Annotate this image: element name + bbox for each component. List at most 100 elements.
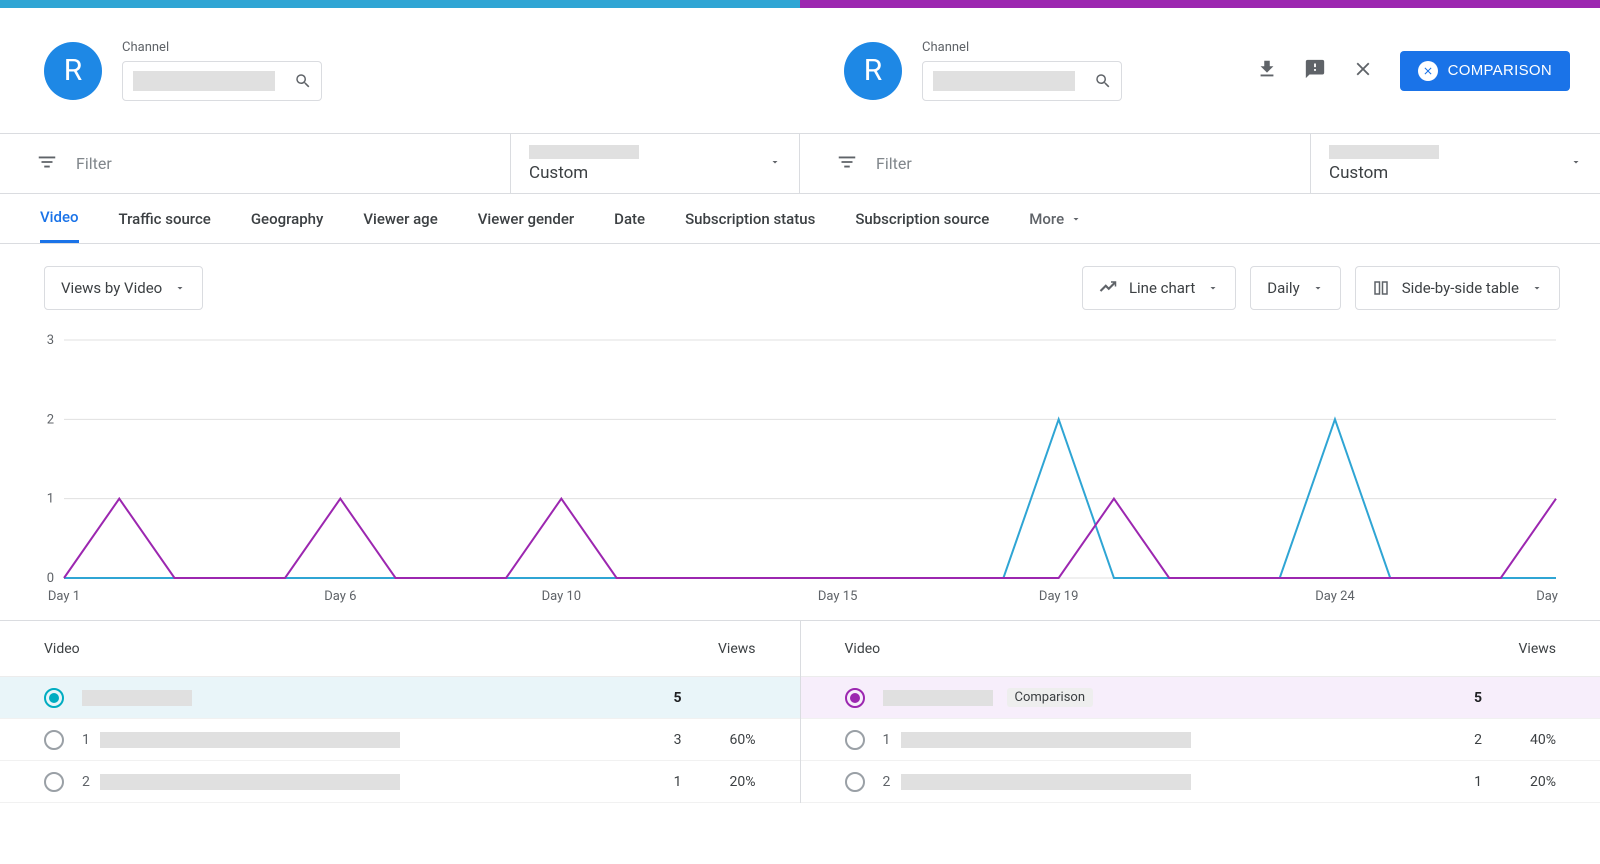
channel-name-redacted [133,71,275,91]
radio-icon[interactable] [845,772,865,792]
filter-label-right[interactable]: Filter [876,154,912,173]
svg-text:Day 28: Day 28 [1536,589,1560,604]
chart-type-label: Line chart [1129,279,1195,297]
tab-viewer-gender[interactable]: Viewer gender [478,194,574,243]
total-views-left: 5 [642,690,682,706]
svg-text:Day 6: Day 6 [324,589,356,604]
radio-icon[interactable] [44,730,64,750]
daterange-value-redacted [529,145,639,159]
tab-subscription-source[interactable]: Subscription source [855,194,989,243]
side-by-side-icon [1372,279,1390,297]
svg-text:Day 24: Day 24 [1315,589,1355,604]
svg-text:Day 15: Day 15 [818,589,858,604]
col-video[interactable]: Video [44,641,80,657]
daterange-dropdown-right[interactable]: Custom [1310,134,1600,193]
channel-name-redacted [933,71,1075,91]
radio-icon[interactable] [44,772,64,792]
row-pct: 40% [1500,732,1556,748]
row-pct: 20% [1500,774,1556,790]
video-title-redacted [100,774,400,790]
views-line-chart: 0123Day 1Day 6Day 10Day 15Day 19Day 24Da… [40,332,1560,608]
line-chart-icon [1099,279,1117,297]
radio-icon[interactable] [845,730,865,750]
chevron-down-icon [1207,282,1219,294]
filter-icon[interactable] [836,151,858,177]
tab-date[interactable]: Date [614,194,645,243]
channel-search-left[interactable] [122,61,322,101]
tab-subscription-status[interactable]: Subscription status [685,194,815,243]
channel-avatar-right[interactable]: R [844,42,902,100]
filter-label-left[interactable]: Filter [76,154,112,173]
tab-traffic-source[interactable]: Traffic source [119,194,211,243]
table-row[interactable]: 1 3 60% [0,719,800,761]
video-title-redacted [901,732,1191,748]
daterange-label-left: Custom [529,163,781,183]
chevron-down-icon [1070,213,1082,225]
daterange-value-redacted [1329,145,1439,159]
table-row-total-left[interactable]: 5 [0,677,800,719]
filter-icon[interactable] [36,151,58,177]
tab-more[interactable]: More [1029,194,1082,243]
table-left: Video Views 5 1 3 60% 2 1 20% [0,621,801,803]
filter-row: Filter Custom Filter Custom [0,134,1600,194]
row-rank: 1 [82,732,100,748]
table-mode-label: Side-by-side table [1402,279,1519,297]
daterange-dropdown-left[interactable]: Custom [510,134,800,193]
close-comparison-icon[interactable] [1418,61,1438,81]
svg-text:Day 10: Day 10 [542,589,582,604]
table-mode-dropdown[interactable]: Side-by-side table [1355,266,1560,310]
row-rank: 2 [82,774,100,790]
row-rank: 2 [883,774,901,790]
row-views: 3 [642,732,682,748]
channel-label-right: Channel [922,40,1122,55]
search-icon[interactable] [1085,72,1121,90]
search-icon[interactable] [285,72,321,90]
close-icon[interactable] [1352,58,1374,84]
header-row: R Channel R Channel [0,8,1600,134]
comparison-button[interactable]: COMPARISON [1400,51,1570,91]
col-views[interactable]: Views [718,641,756,657]
header-left: R Channel [0,40,800,101]
table-row[interactable]: 2 1 20% [0,761,800,803]
daterange-label-right: Custom [1329,163,1582,183]
granularity-label: Daily [1267,279,1299,297]
granularity-dropdown[interactable]: Daily [1250,266,1340,310]
channel-search-right[interactable] [922,61,1122,101]
chart-area: 0123Day 1Day 6Day 10Day 15Day 19Day 24Da… [0,332,1600,620]
table-row-total-right[interactable]: Comparison 5 [801,677,1600,719]
col-video[interactable]: Video [845,641,881,657]
tab-viewer-age[interactable]: Viewer age [363,194,437,243]
table-row[interactable]: 1 2 40% [801,719,1600,761]
total-views-right: 5 [1442,690,1482,706]
svg-text:2: 2 [47,412,54,427]
video-title-redacted [82,690,192,706]
header-right: R Channel COMPARISON [800,40,1600,101]
metric-dropdown[interactable]: Views by Video [44,266,203,310]
feedback-icon[interactable] [1304,58,1326,84]
chevron-down-icon [769,156,781,172]
chart-controls: Views by Video Line chart Daily Side-by-… [0,244,1600,332]
chart-type-dropdown[interactable]: Line chart [1082,266,1236,310]
comparison-button-label: COMPARISON [1448,62,1552,79]
chevron-down-icon [1570,156,1582,172]
tab-more-label: More [1029,210,1064,228]
video-title-redacted [883,690,993,706]
table-row[interactable]: 2 1 20% [801,761,1600,803]
metric-label: Views by Video [61,279,162,297]
chevron-down-icon [1312,282,1324,294]
tab-geography[interactable]: Geography [251,194,324,243]
svg-text:1: 1 [47,492,54,507]
radio-selected-icon[interactable] [845,688,865,708]
channel-label-left: Channel [122,40,322,55]
tab-video[interactable]: Video [40,194,79,243]
channel-avatar-left[interactable]: R [44,42,102,100]
chevron-down-icon [174,282,186,294]
radio-selected-icon[interactable] [44,688,64,708]
row-pct: 20% [700,774,756,790]
row-views: 2 [1442,732,1482,748]
chevron-down-icon [1531,282,1543,294]
svg-text:3: 3 [47,333,54,348]
col-views[interactable]: Views [1519,641,1557,657]
download-icon[interactable] [1256,58,1278,84]
row-pct: 60% [700,732,756,748]
